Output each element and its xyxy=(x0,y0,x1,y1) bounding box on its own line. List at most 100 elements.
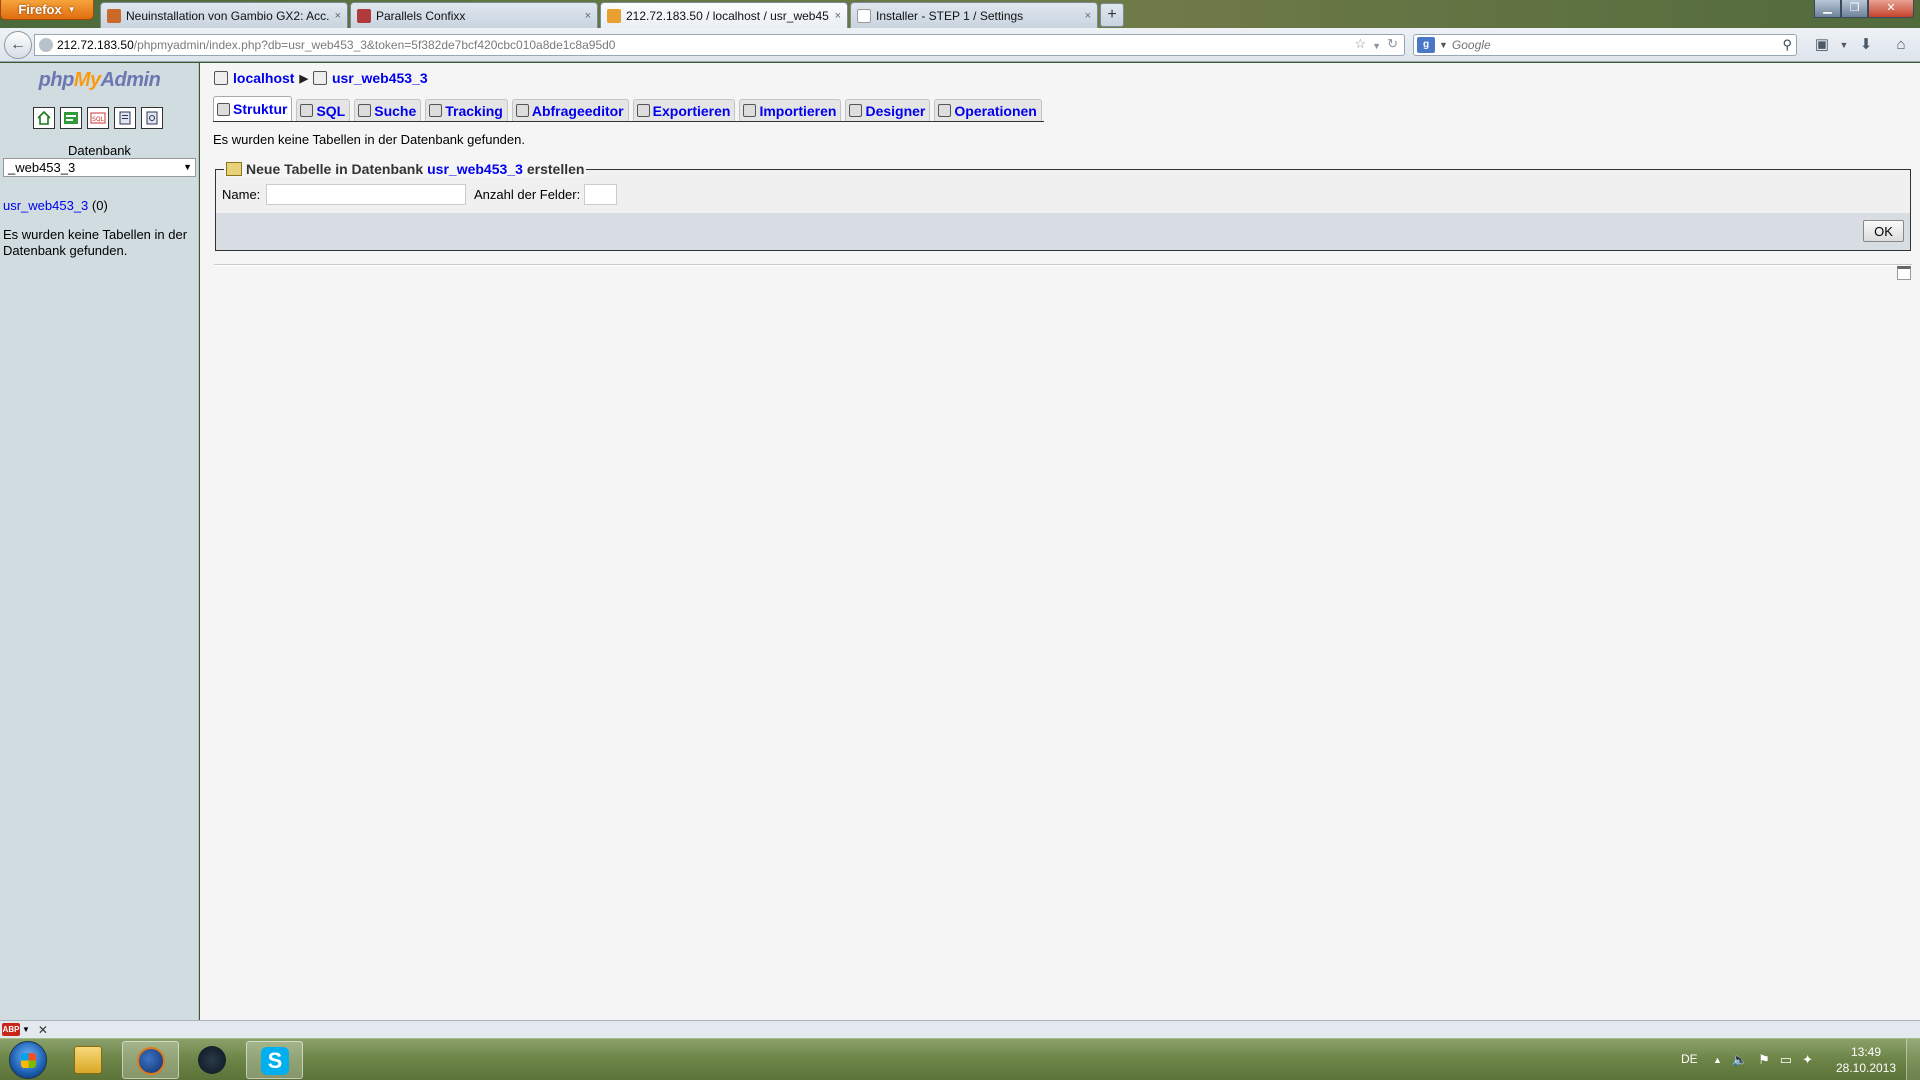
maximize-icon[interactable]: ❐ xyxy=(1841,0,1868,18)
taskbar-skype[interactable]: S xyxy=(246,1041,303,1079)
logo-php: php xyxy=(38,69,75,91)
svg-text:SQL: SQL xyxy=(92,116,105,123)
breadcrumb-database-link[interactable]: usr_web453_3 xyxy=(332,70,428,86)
new-window-icon[interactable] xyxy=(1897,266,1911,280)
tab-tracking[interactable]: Tracking xyxy=(425,99,508,121)
tab-designer[interactable]: Designer xyxy=(845,99,931,121)
url-bar-icons: ☆ ▼ ↻ xyxy=(1355,36,1398,56)
chevron-down-icon: ▼ xyxy=(67,5,76,14)
tab-confixx[interactable]: Parallels Confixx × xyxy=(350,2,598,28)
database-select[interactable]: _web453_3 ▼ xyxy=(3,158,196,177)
search-input[interactable] xyxy=(1451,38,1772,52)
table-name-label: Name: xyxy=(222,187,261,202)
field-count-input[interactable] xyxy=(584,184,617,205)
site-identity-icon[interactable] xyxy=(39,38,53,52)
taskbar-steam[interactable] xyxy=(184,1041,241,1079)
designer-icon xyxy=(849,104,863,117)
tab-label: Tracking xyxy=(445,102,503,119)
close-icon[interactable]: × xyxy=(585,10,591,22)
close-window-icon[interactable]: ✕ xyxy=(1868,0,1914,18)
logo-my: My xyxy=(73,69,101,91)
chevron-up-icon[interactable]: ▲ xyxy=(1713,1052,1722,1068)
no-tables-message: Es wurden keine Tabellen in der Datenban… xyxy=(3,227,188,258)
tab-operationen[interactable]: Operationen xyxy=(934,99,1042,121)
dropbox-icon[interactable]: ✦ xyxy=(1802,1052,1813,1068)
tab-title: Parallels Confixx xyxy=(376,8,466,23)
eye-icon xyxy=(429,104,443,117)
breadcrumb-server-link[interactable]: localhost xyxy=(233,70,294,86)
start-button[interactable] xyxy=(9,1041,47,1079)
tools-icon xyxy=(938,104,952,117)
clock-date: 28.10.2013 xyxy=(1835,1061,1897,1075)
chevron-down-icon: ▼ xyxy=(183,162,192,172)
tab-gambio[interactable]: Neuinstallation von Gambio GX2: Acc... × xyxy=(100,2,348,28)
url-bar[interactable]: 212.72.183.50/phpmyadmin/index.php?db=us… xyxy=(34,34,1405,56)
tab-label: Suche xyxy=(374,102,417,119)
home-icon[interactable] xyxy=(33,107,55,129)
server-icon xyxy=(214,71,228,85)
windows-taskbar: S DE ▲ 🔈 ⚑ ▭ ✦ 13:49 28.10.2013 xyxy=(0,1038,1920,1080)
back-button[interactable]: ← xyxy=(4,31,32,59)
volume-icon[interactable]: 🔈 xyxy=(1732,1052,1748,1068)
legend-prefix: Neue Tabelle in Datenbank xyxy=(246,161,424,177)
firefox-menu-button[interactable]: Firefox ▼ xyxy=(0,0,94,20)
search-icon xyxy=(358,104,372,117)
bookmark-star-icon[interactable]: ☆ xyxy=(1355,36,1367,56)
search-icon[interactable]: ⚲ xyxy=(1782,37,1792,53)
phpmyadmin-logo[interactable]: phpMyAdmin xyxy=(0,69,199,92)
legend-suffix: erstellen xyxy=(526,161,585,177)
documentation-icon[interactable] xyxy=(114,107,136,129)
tab-struktur[interactable]: Struktur xyxy=(213,96,293,121)
chevron-down-icon[interactable]: ▼ xyxy=(22,1025,30,1034)
adblock-icon[interactable]: ABP xyxy=(2,1023,20,1036)
google-icon[interactable]: g xyxy=(1417,37,1435,53)
skype-icon: S xyxy=(261,1047,289,1075)
chevron-down-icon[interactable]: ▼ xyxy=(1833,35,1855,55)
screenshot-tool-icon[interactable]: ▣ xyxy=(1811,35,1833,55)
close-icon[interactable]: ✕ xyxy=(38,1023,48,1037)
page-favicon-icon xyxy=(857,8,871,23)
tab-exportieren[interactable]: Exportieren xyxy=(632,99,736,121)
pma-navigation-frame: phpMyAdmin SQL Datenbank _web453_3 ▼ usr… xyxy=(0,63,199,1020)
create-table-fieldset: Neue Tabelle in Datenbank usr_web453_3 e… xyxy=(215,161,1911,214)
chevron-down-icon[interactable]: ▼ xyxy=(1439,40,1448,50)
tab-abfrageeditor[interactable]: Abfrageeditor xyxy=(511,99,629,121)
tab-importieren[interactable]: Importieren xyxy=(739,99,842,121)
folder-icon xyxy=(74,1046,102,1074)
breadcrumb: localhost ▶ usr_web453_3 xyxy=(214,70,428,86)
system-clock[interactable]: 13:49 28.10.2013 xyxy=(1826,1044,1906,1076)
action-center-flag-icon[interactable]: ⚑ xyxy=(1758,1052,1770,1068)
query-window-icon[interactable] xyxy=(60,107,82,129)
tab-phpmyadmin[interactable]: 212.72.183.50 / localhost / usr_web45...… xyxy=(600,2,848,29)
taskbar-firefox[interactable] xyxy=(122,1041,179,1079)
database-link[interactable]: usr_web453_3 xyxy=(3,198,88,213)
home-icon[interactable]: ⌂ xyxy=(1890,35,1912,55)
show-desktop-button[interactable] xyxy=(1906,1039,1920,1080)
mysql-docs-icon[interactable] xyxy=(141,107,163,129)
close-icon[interactable]: × xyxy=(835,10,841,22)
download-icon[interactable]: ⬇ xyxy=(1855,35,1877,55)
create-table-legend: Neue Tabelle in Datenbank usr_web453_3 e… xyxy=(224,161,587,177)
ok-button[interactable]: OK xyxy=(1863,220,1904,242)
database-tabs: Struktur SQL Suche Tracking Abfrageedito… xyxy=(213,96,1044,122)
tab-suche[interactable]: Suche xyxy=(354,99,422,121)
tab-label: Importieren xyxy=(759,102,837,119)
sql-icon xyxy=(300,104,314,117)
tab-label: Abfrageeditor xyxy=(531,102,624,119)
new-tab-button[interactable]: + xyxy=(1100,3,1124,27)
sql-icon[interactable]: SQL xyxy=(87,107,109,129)
reload-icon[interactable]: ↻ xyxy=(1387,36,1398,56)
table-name-input[interactable] xyxy=(266,184,466,205)
network-icon[interactable]: ▭ xyxy=(1780,1052,1792,1068)
legend-database-link[interactable]: usr_web453_3 xyxy=(427,161,523,177)
close-icon[interactable]: × xyxy=(335,10,341,22)
tab-label: SQL xyxy=(316,102,346,119)
history-dropdown-icon[interactable]: ▼ xyxy=(1372,36,1381,56)
field-count-label: Anzahl der Felder: xyxy=(474,187,581,202)
minimize-icon[interactable]: ▁ xyxy=(1814,0,1841,18)
tab-installer[interactable]: Installer - STEP 1 / Settings × xyxy=(850,2,1098,28)
taskbar-explorer[interactable] xyxy=(60,1041,117,1079)
close-icon[interactable]: × xyxy=(1085,10,1091,22)
tab-sql[interactable]: SQL xyxy=(296,99,351,121)
language-indicator[interactable]: DE xyxy=(1681,1052,1698,1066)
